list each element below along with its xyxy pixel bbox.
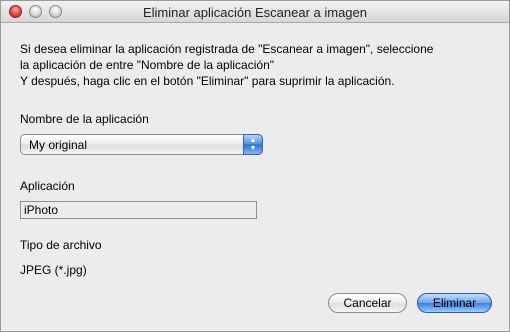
instructions-line-3: Y después, haga clic en el botón "Elimin…: [20, 74, 395, 88]
title-bar: Eliminar aplicación Escanear a imagen: [1, 1, 509, 23]
up-down-arrows-icon: ▲ ▼: [243, 134, 263, 155]
dialog-window: Eliminar aplicación Escanear a imagen Si…: [0, 0, 510, 332]
application-label: Aplicación: [20, 179, 75, 193]
app-name-selected-value: My original: [29, 138, 88, 152]
instructions-text: Si desea eliminar la aplicación registra…: [20, 41, 500, 89]
delete-button[interactable]: Eliminar: [417, 293, 492, 313]
application-field: iPhoto: [20, 201, 257, 219]
app-name-label: Nombre de la aplicación: [20, 112, 149, 126]
app-name-select[interactable]: My original ▲ ▼: [20, 134, 263, 155]
application-value: iPhoto: [24, 203, 59, 217]
window-title: Eliminar aplicación Escanear a imagen: [142, 5, 367, 20]
file-type-label: Tipo de archivo: [20, 238, 102, 252]
instructions-line-2: la aplicación de entre "Nombre de la apl…: [20, 58, 274, 72]
file-type-value: JPEG (*.jpg): [20, 263, 87, 277]
cancel-button[interactable]: Cancelar: [328, 293, 407, 313]
instructions-line-1: Si desea eliminar la aplicación registra…: [20, 42, 434, 56]
